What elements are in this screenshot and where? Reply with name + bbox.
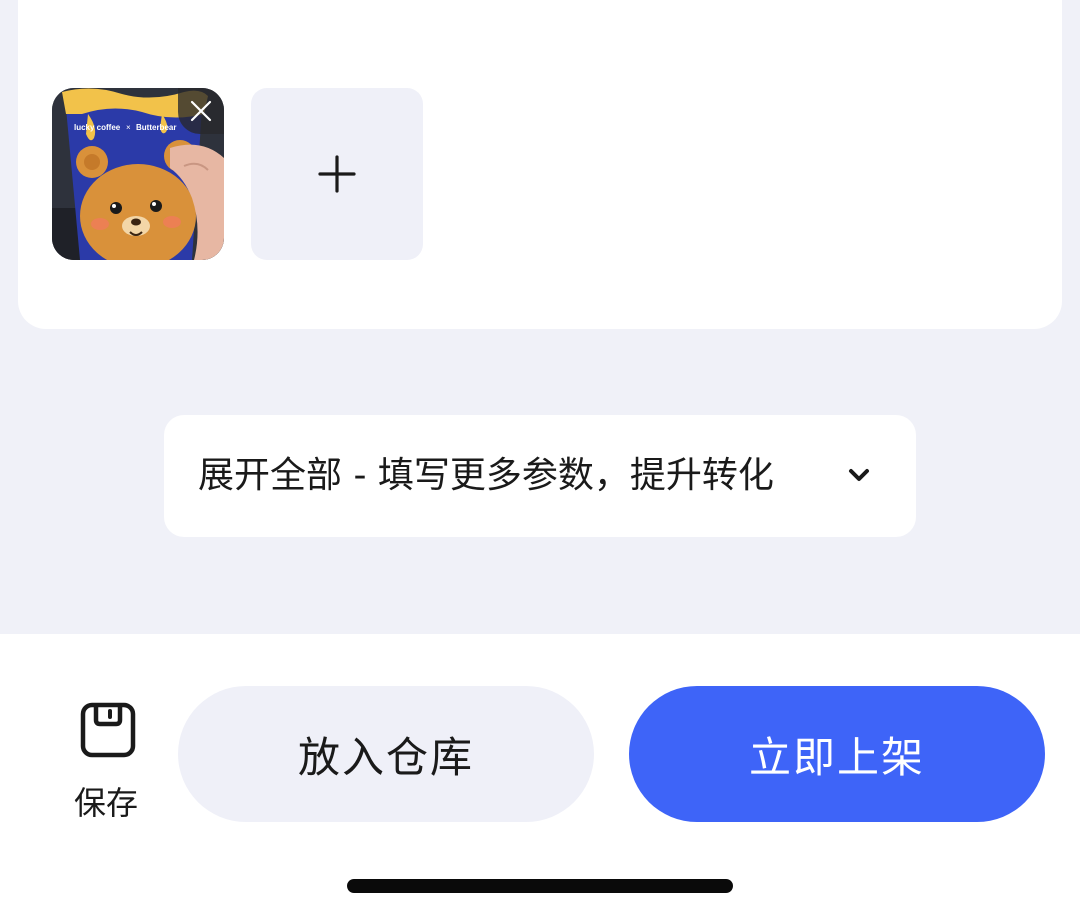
product-image-thumbnail[interactable]: lucky coffee × Butterbear [52,88,224,260]
publish-now-button[interactable]: 立即上架 [629,686,1045,822]
save-label: 保存 [73,784,138,822]
add-image-button[interactable] [251,88,423,260]
chevron-down-icon [849,469,869,481]
cup-logo-text-right: Butterbear [136,123,176,132]
save-button[interactable]: 保存 [64,698,152,824]
remove-image-button[interactable] [178,88,224,134]
cup-logo-separator: × [126,123,131,132]
expand-all-button[interactable]: 展开全部 - 填写更多参数，提升转化 [164,415,916,537]
close-icon [190,100,212,122]
expand-all-label: 展开全部 - 填写更多参数，提升转化 [198,455,774,496]
home-indicator [347,879,733,893]
put-in-warehouse-button[interactable]: 放入仓库 [178,686,594,822]
plus-icon [318,155,356,193]
cup-logo-text-left: lucky coffee [74,123,121,132]
floppy-disk-icon [80,702,136,758]
